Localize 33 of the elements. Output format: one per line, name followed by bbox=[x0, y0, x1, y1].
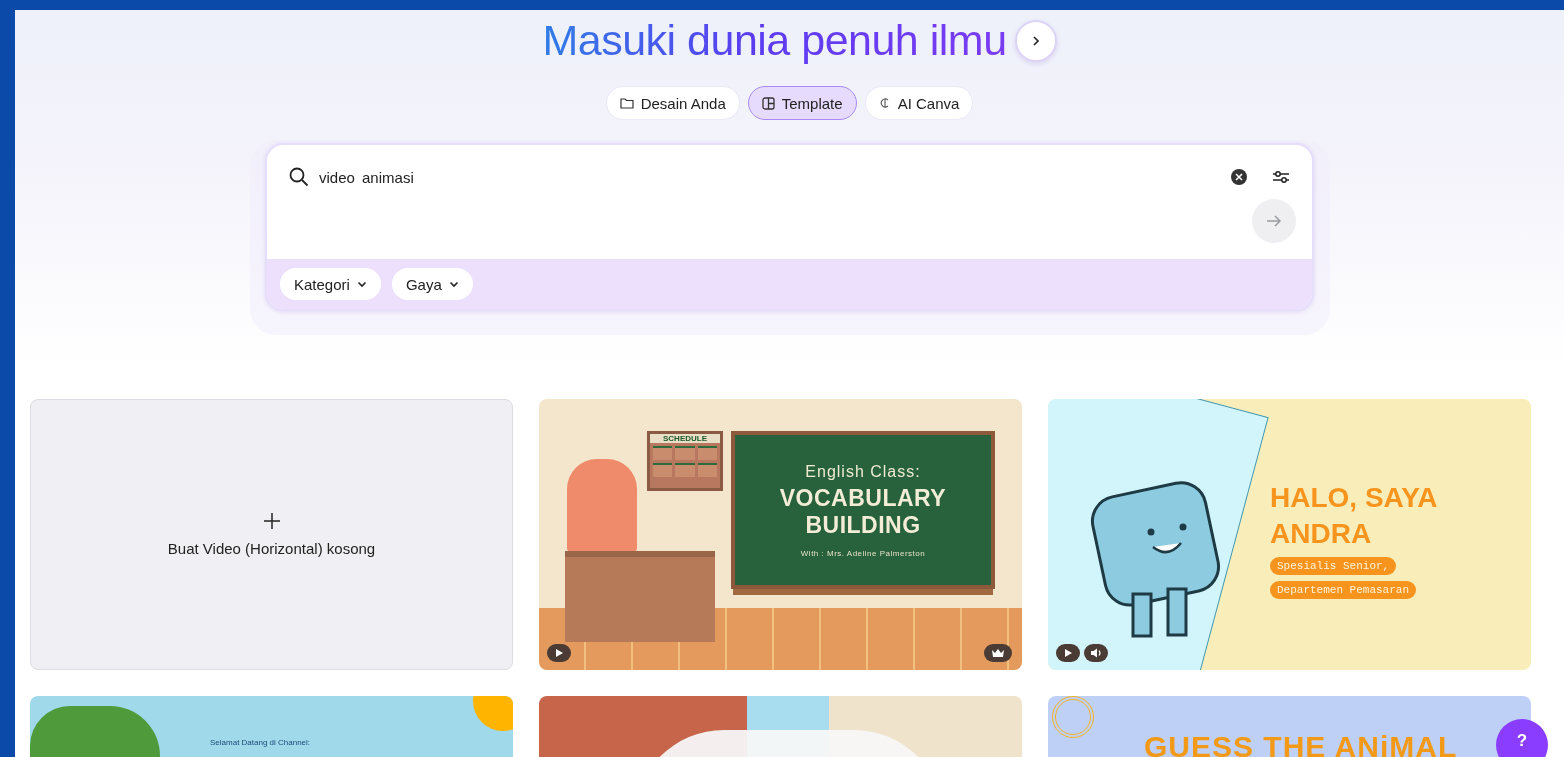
folder-icon bbox=[619, 97, 634, 109]
template-title: Selamat Datang di Channel: bbox=[210, 738, 311, 747]
search-field[interactable]: video animasi bbox=[319, 168, 1220, 186]
filter-dropdown[interactable]: Kategori bbox=[280, 268, 381, 300]
create-blank-card[interactable]: Buat Video (Horizontal) kosong bbox=[30, 399, 513, 670]
layout-icon bbox=[761, 96, 775, 110]
template-headline: HALO, SAYA bbox=[1270, 481, 1438, 515]
help-button[interactable]: ? bbox=[1496, 719, 1548, 757]
filter-sliders-icon[interactable] bbox=[1272, 169, 1290, 185]
plus-icon bbox=[262, 512, 281, 530]
filter-dropdown[interactable]: Gaya bbox=[391, 268, 473, 300]
tab[interactable]: Template bbox=[747, 86, 857, 120]
ai-logo-icon bbox=[878, 97, 891, 109]
chevron-down-icon bbox=[448, 280, 459, 288]
arrow-right-icon bbox=[1266, 214, 1282, 228]
template-tag: Spesialis Senior, bbox=[1270, 557, 1397, 575]
template-headline: VOCABULARY BUILDING bbox=[778, 484, 948, 539]
template-tag: Departemen Pemasaran bbox=[1270, 581, 1417, 599]
template-card[interactable]: SCHEDULE English Class: VOCABULARY BUILDING With : Mrs. Adeline Palmerston bbox=[539, 399, 1022, 670]
chevron-right-icon bbox=[1030, 34, 1041, 47]
tab[interactable]: AI Canva bbox=[864, 86, 974, 120]
template-headline: ANDRA bbox=[1270, 517, 1372, 551]
crown-icon bbox=[984, 644, 1012, 662]
chevron-down-icon bbox=[356, 280, 367, 288]
template-title: English Class: bbox=[805, 462, 921, 481]
template-headline: GUESS THE ANiMAL bbox=[1144, 730, 1458, 757]
search-icon bbox=[289, 167, 309, 187]
template-card[interactable]: Selamat Datang di Channel: bbox=[30, 696, 513, 757]
template-subtitle: With : Mrs. Adeline Palmerston bbox=[800, 548, 926, 558]
clear-icon[interactable] bbox=[1230, 168, 1248, 186]
tab[interactable]: Desain Anda bbox=[605, 86, 740, 120]
create-blank-label: Buat Video (Horizontal) kosong bbox=[167, 540, 376, 557]
schedule-board-drawing: SCHEDULE bbox=[647, 431, 723, 491]
